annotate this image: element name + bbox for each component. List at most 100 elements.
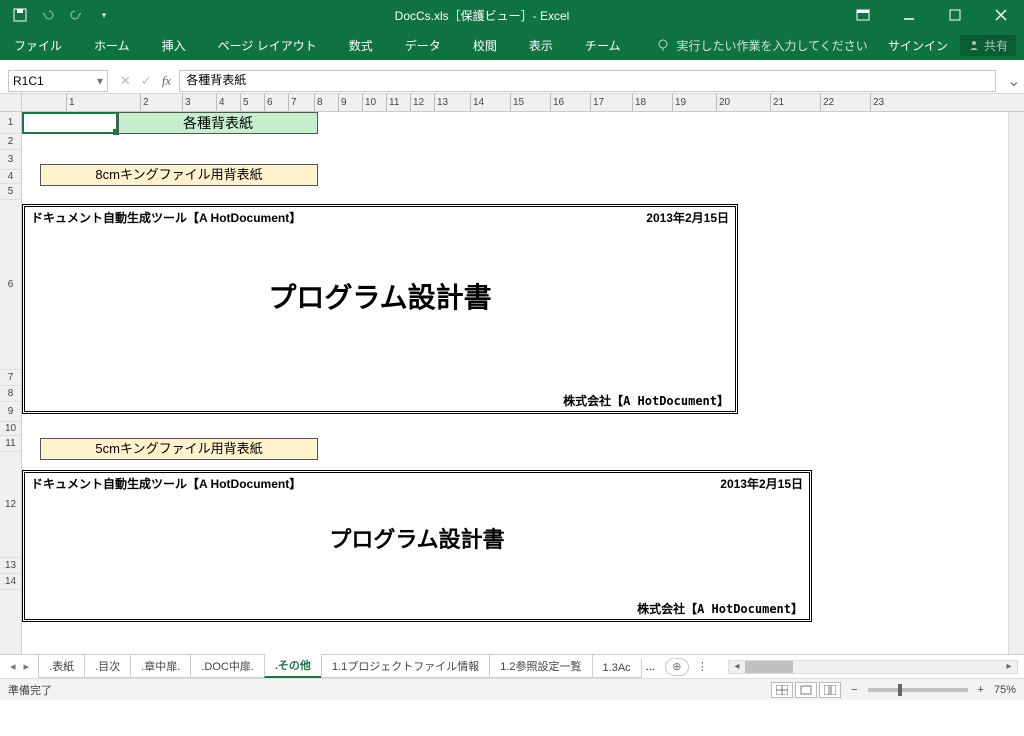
tab-team[interactable]: チーム: [579, 37, 627, 54]
spine1-company: 株式会社【A HotDocument】: [563, 392, 729, 409]
row-header[interactable]: 9: [0, 402, 21, 422]
lightbulb-icon: [656, 38, 670, 52]
col-tick: 7: [288, 94, 297, 111]
sheet-tab[interactable]: .章中扉.: [130, 655, 191, 678]
undo-button[interactable]: [36, 3, 60, 27]
tab-view[interactable]: 表示: [523, 37, 559, 54]
maximize-button[interactable]: [932, 0, 978, 30]
row-header[interactable]: 11: [0, 436, 21, 452]
sheet-nav-next[interactable]: ▸: [24, 660, 30, 673]
col-tick: 15: [510, 94, 524, 111]
enter-icon[interactable]: ✓: [141, 73, 152, 89]
row-header[interactable]: 1: [0, 112, 21, 134]
zoom-in-button[interactable]: +: [978, 684, 984, 696]
sheet-tab[interactable]: .目次: [84, 655, 131, 678]
formula-expand-icon[interactable]: ⌄: [1004, 71, 1024, 91]
sheet-tab[interactable]: .その他: [264, 654, 322, 678]
fx-icon[interactable]: fx: [162, 73, 171, 89]
hscroll-thumb[interactable]: [745, 661, 793, 673]
row-header[interactable]: 13: [0, 558, 21, 574]
row-header[interactable]: 6: [0, 200, 21, 370]
row-header[interactable]: 3: [0, 150, 21, 170]
spine1-tool: ドキュメント自動生成ツール【A HotDocument】: [31, 209, 301, 226]
redo-button[interactable]: [64, 3, 88, 27]
chevron-down-icon[interactable]: ▾: [97, 74, 103, 88]
tab-pagelayout[interactable]: ページ レイアウト: [212, 37, 323, 54]
row-header[interactable]: 14: [0, 574, 21, 590]
zoom-slider[interactable]: [868, 688, 968, 692]
spine1-title: プログラム設計書: [25, 276, 735, 316]
horizontal-scrollbar[interactable]: ◂ ▸: [728, 660, 1018, 674]
sheet-tab[interactable]: 1.3Ac: [592, 659, 642, 678]
col-tick: 1: [66, 94, 75, 111]
ribbon-display-button[interactable]: [840, 0, 886, 30]
qat-customize-icon[interactable]: ▾: [92, 3, 116, 27]
tab-formulas[interactable]: 数式: [343, 37, 379, 54]
tellme-placeholder: 実行したい作業を入力してください: [676, 37, 867, 54]
row-header[interactable]: 5: [0, 184, 21, 200]
column-ruler[interactable]: 1234567891011121314151617181920212223: [22, 94, 1024, 111]
label-5cm[interactable]: 5cmキングファイル用背表紙: [40, 438, 318, 460]
sheet-menu-icon[interactable]: ⋮: [689, 660, 716, 673]
tab-review[interactable]: 校閲: [467, 37, 503, 54]
tab-file[interactable]: ファイル: [8, 37, 68, 54]
sheet-tabs: .表紙.目次.章中扉..DOC中扉..その他1.1プロジェクトファイル情報1.2…: [39, 655, 642, 678]
row-header[interactable]: 12: [0, 452, 21, 558]
view-normal-button[interactable]: [771, 682, 793, 698]
col-tick: 14: [470, 94, 484, 111]
titlebar: ▾ DocCs.xls［保護ビュー］- Excel: [0, 0, 1024, 30]
hscroll-right-icon[interactable]: ▸: [1001, 661, 1017, 673]
sheet-tab[interactable]: .DOC中扉.: [190, 655, 265, 678]
select-all-corner[interactable]: [0, 94, 22, 111]
cancel-icon[interactable]: ✕: [120, 73, 131, 89]
add-sheet-button[interactable]: ⊕: [665, 658, 689, 676]
grid-cells[interactable]: 各種背表紙 8cmキングファイル用背表紙 ドキュメント自動生成ツール【A Hot…: [22, 112, 1024, 654]
tellme-search[interactable]: 実行したい作業を入力してください: [656, 37, 867, 54]
tab-data[interactable]: データ: [399, 37, 447, 54]
sheet-overflow[interactable]: ...: [642, 661, 659, 673]
cell-title-header[interactable]: 各種背表紙: [118, 112, 318, 134]
col-tick: 9: [338, 94, 347, 111]
vertical-scrollbar[interactable]: [1008, 112, 1024, 654]
tab-insert[interactable]: 挿入: [156, 37, 192, 54]
sheet-tab[interactable]: .表紙: [38, 655, 85, 678]
row-header[interactable]: 10: [0, 422, 21, 436]
minimize-button[interactable]: [886, 0, 932, 30]
spreadsheet-grid[interactable]: 1234567891011121314 各種背表紙 8cmキングファイル用背表紙…: [0, 112, 1024, 654]
spine2-company: 株式会社【A HotDocument】: [637, 600, 803, 617]
col-tick: 3: [182, 94, 191, 111]
formula-bar: R1C1 ▾ ✕ ✓ fx 各種背表紙 ⌄: [0, 68, 1024, 94]
row-header[interactable]: 8: [0, 386, 21, 402]
col-tick: 22: [820, 94, 834, 111]
sheet-nav-prev[interactable]: ◂: [10, 660, 16, 673]
view-pagebreak-button[interactable]: [819, 682, 841, 698]
zoom-out-button[interactable]: −: [851, 684, 857, 696]
formula-input[interactable]: 各種背表紙: [179, 70, 996, 92]
active-cell[interactable]: [22, 112, 118, 134]
col-tick: 6: [264, 94, 273, 111]
row-header[interactable]: 4: [0, 170, 21, 184]
tab-home[interactable]: ホーム: [88, 37, 136, 54]
row-header[interactable]: 7: [0, 370, 21, 386]
save-button[interactable]: [8, 3, 32, 27]
col-tick: 18: [632, 94, 646, 111]
signin-link[interactable]: サインイン: [888, 37, 948, 54]
sheet-tab[interactable]: 1.1プロジェクトファイル情報: [321, 655, 490, 678]
col-tick: 2: [140, 94, 149, 111]
col-tick: 19: [672, 94, 686, 111]
share-button[interactable]: 共有: [960, 35, 1016, 56]
name-box[interactable]: R1C1 ▾: [8, 70, 108, 92]
label-8cm[interactable]: 8cmキングファイル用背表紙: [40, 164, 318, 186]
row-header[interactable]: 2: [0, 134, 21, 150]
sheet-tab[interactable]: 1.2参照設定一覧: [489, 655, 592, 678]
zoom-level[interactable]: 75%: [994, 684, 1016, 696]
col-tick: 12: [410, 94, 424, 111]
row-headers[interactable]: 1234567891011121314: [0, 112, 22, 654]
ribbon-tabs: ファイル ホーム 挿入 ページ レイアウト 数式 データ 校閲 表示 チーム 実…: [0, 30, 1024, 60]
hscroll-left-icon[interactable]: ◂: [729, 661, 745, 673]
view-pagelayout-button[interactable]: [795, 682, 817, 698]
spine-box-5cm: ドキュメント自動生成ツール【A HotDocument】 2013年2月15日 …: [22, 470, 812, 622]
window-controls: [840, 0, 1024, 30]
close-button[interactable]: [978, 0, 1024, 30]
column-headers: 1234567891011121314151617181920212223: [0, 94, 1024, 112]
